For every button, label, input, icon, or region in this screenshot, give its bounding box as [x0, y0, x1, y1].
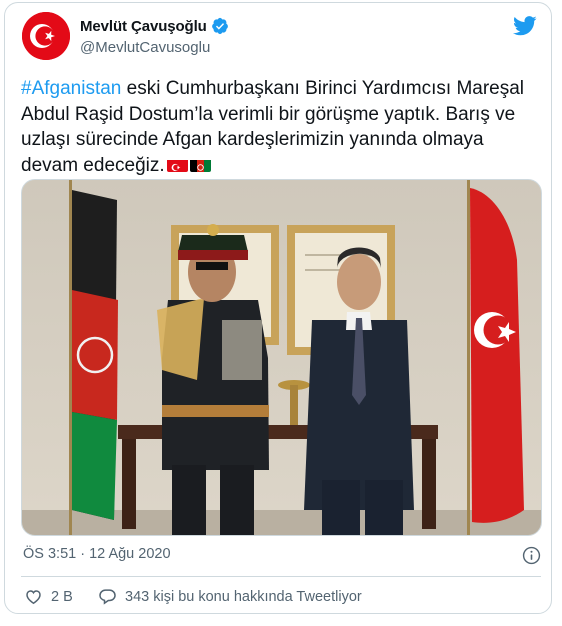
tweet-timestamp[interactable]: ÖS 3:51 · 12 Ağu 2020: [23, 546, 171, 562]
like-button[interactable]: 2 B: [24, 587, 73, 606]
divider: [21, 576, 541, 577]
info-icon[interactable]: [522, 546, 541, 565]
like-count: 2 B: [51, 588, 73, 605]
user-handle[interactable]: @MevlutCavusoglu: [80, 39, 210, 56]
verified-badge-icon: [211, 17, 228, 35]
heart-icon: [26, 590, 41, 605]
name-row: Mevlüt Çavuşoğlu: [80, 17, 229, 35]
tweet-text: #Afganistan eski Cumhurbaşkanı Birinci Y…: [21, 76, 541, 178]
comment-bubble-icon: [99, 589, 116, 605]
turkey-flag-emoji: [166, 157, 188, 172]
hashtag-link[interactable]: #Afganistan: [21, 78, 121, 99]
reply-button[interactable]: 343 kişi bu konu hakkında Tweetliyor: [98, 587, 362, 606]
avatar[interactable]: [22, 12, 70, 60]
turkish-flag-crescent-icon: [22, 12, 70, 60]
tweet-photo[interactable]: [21, 179, 542, 536]
tweet-card: Mevlüt Çavuşoğlu @MevlutCavusoglu #Afgan…: [4, 2, 552, 614]
twitter-bird-icon[interactable]: [513, 16, 537, 36]
reply-label: 343 kişi bu konu hakkında Tweetliyor: [125, 588, 362, 605]
display-name[interactable]: Mevlüt Çavuşoğlu: [80, 18, 207, 35]
afghanistan-flag-emoji: [189, 157, 211, 172]
